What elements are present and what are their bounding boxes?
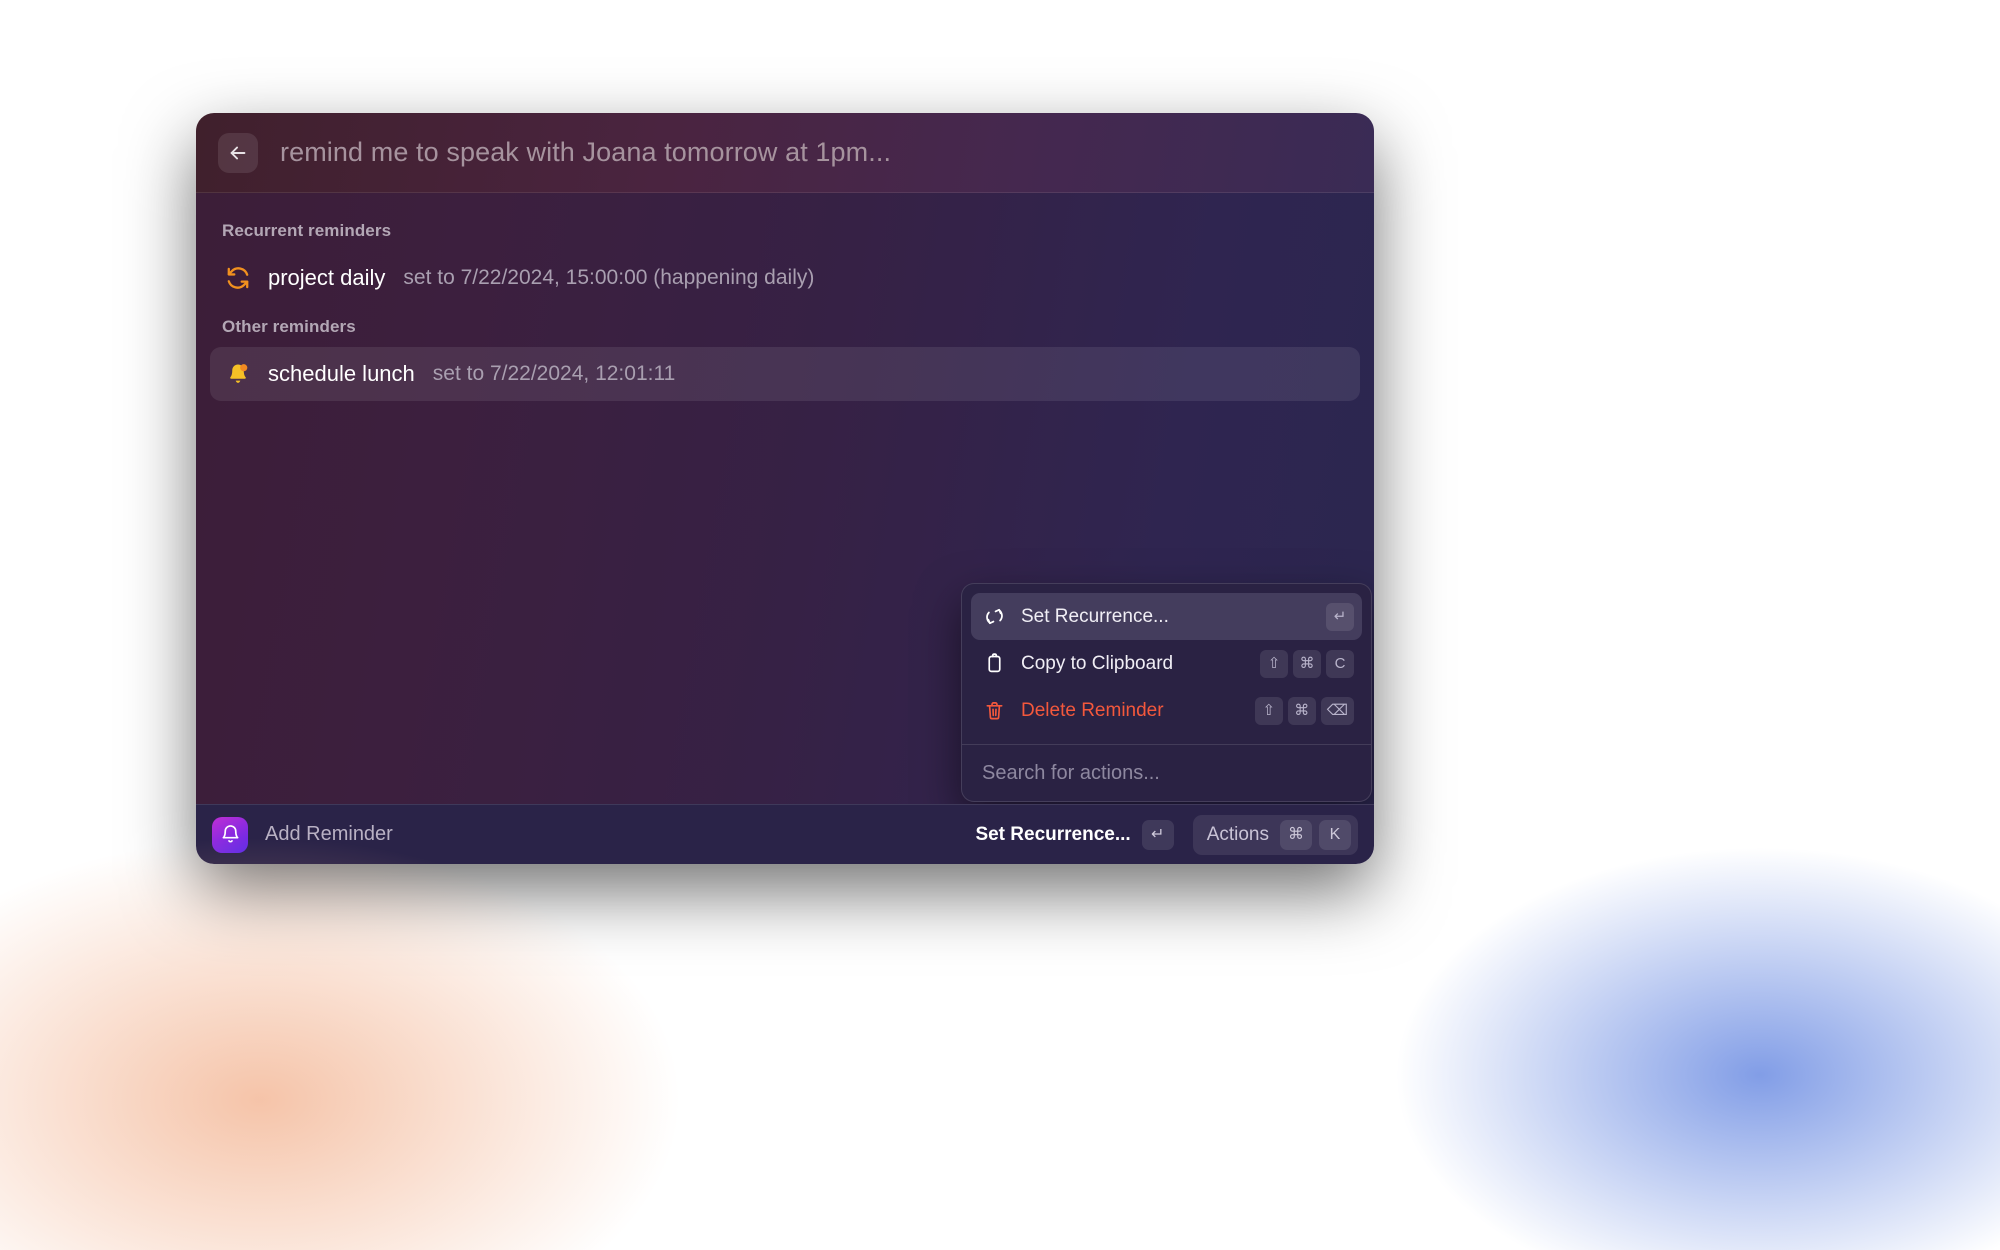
section-recurrent-reminders: Recurrent reminders project daily set to… (210, 209, 1360, 305)
search-query-text[interactable]: remind me to speak with Joana tomorrow a… (280, 137, 891, 168)
action-item-set-recurrence[interactable]: Set Recurrence... ↵ (971, 593, 1362, 640)
window-footer: Add Reminder Set Recurrence... ↵ Actions… (196, 804, 1374, 864)
window-body: Recurrent reminders project daily set to… (196, 193, 1374, 804)
trash-icon (983, 700, 1005, 721)
key-return: ↵ (1142, 820, 1174, 850)
reminder-meta: set to 7/22/2024, 15:00:00 (happening da… (403, 266, 814, 290)
action-item-copy-to-clipboard[interactable]: Copy to Clipboard ⇧ ⌘ C (971, 640, 1362, 687)
recurrence-arrows-icon (224, 265, 252, 291)
app-window: remind me to speak with Joana tomorrow a… (196, 113, 1374, 864)
action-item-delete-reminder[interactable]: Delete Reminder ⇧ ⌘ ⌫ (971, 687, 1362, 734)
key-command: ⌘ (1293, 650, 1321, 678)
key-command: ⌘ (1288, 697, 1316, 725)
primary-action-label: Set Recurrence... (975, 824, 1130, 846)
reminder-name: schedule lunch (268, 361, 415, 387)
action-shortcut-keys: ↵ (1326, 603, 1354, 631)
clipboard-icon (983, 653, 1005, 674)
key-shift: ⇧ (1260, 650, 1288, 678)
action-label: Set Recurrence... (1021, 606, 1169, 628)
recurrence-arrows-icon (983, 606, 1005, 627)
key-c: C (1326, 650, 1354, 678)
action-search-container (962, 744, 1371, 801)
bell-badge-icon (224, 361, 252, 387)
section-title: Other reminders (210, 305, 1360, 347)
key-shift: ⇧ (1255, 697, 1283, 725)
desktop-wallpaper: remind me to speak with Joana tomorrow a… (0, 0, 2000, 1250)
key-command: ⌘ (1280, 820, 1312, 850)
key-return: ↵ (1326, 603, 1354, 631)
bell-app-icon (212, 817, 248, 853)
action-label: Copy to Clipboard (1021, 653, 1173, 675)
section-title: Recurrent reminders (210, 209, 1360, 251)
window-header: remind me to speak with Joana tomorrow a… (196, 113, 1374, 193)
footer-actions: Set Recurrence... ↵ Actions ⌘ K (971, 815, 1358, 855)
reminder-name: project daily (268, 265, 385, 291)
actions-popup: Set Recurrence... ↵ Copy (961, 583, 1372, 802)
reminder-meta: set to 7/22/2024, 12:01:11 (433, 362, 675, 386)
arrow-left-icon (227, 142, 249, 164)
action-label: Delete Reminder (1021, 700, 1164, 722)
section-other-reminders: Other reminders schedule lunch set to 7/… (210, 305, 1360, 401)
action-shortcut-keys: ⇧ ⌘ ⌫ (1255, 697, 1354, 725)
action-shortcut-keys: ⇧ ⌘ C (1260, 650, 1354, 678)
reminder-row[interactable]: schedule lunch set to 7/22/2024, 12:01:1… (210, 347, 1360, 401)
actions-button[interactable]: Actions ⌘ K (1193, 815, 1358, 855)
key-k: K (1319, 820, 1351, 850)
reminder-row[interactable]: project daily set to 7/22/2024, 15:00:00… (210, 251, 1360, 305)
action-search-input[interactable] (982, 762, 1351, 785)
key-delete: ⌫ (1321, 697, 1354, 725)
primary-action-button[interactable]: Set Recurrence... ↵ (971, 820, 1177, 850)
actions-button-label: Actions (1207, 824, 1269, 846)
app-action-label: Add Reminder (265, 823, 393, 846)
back-button[interactable] (218, 133, 258, 173)
actions-menu-list: Set Recurrence... ↵ Copy (962, 584, 1371, 744)
